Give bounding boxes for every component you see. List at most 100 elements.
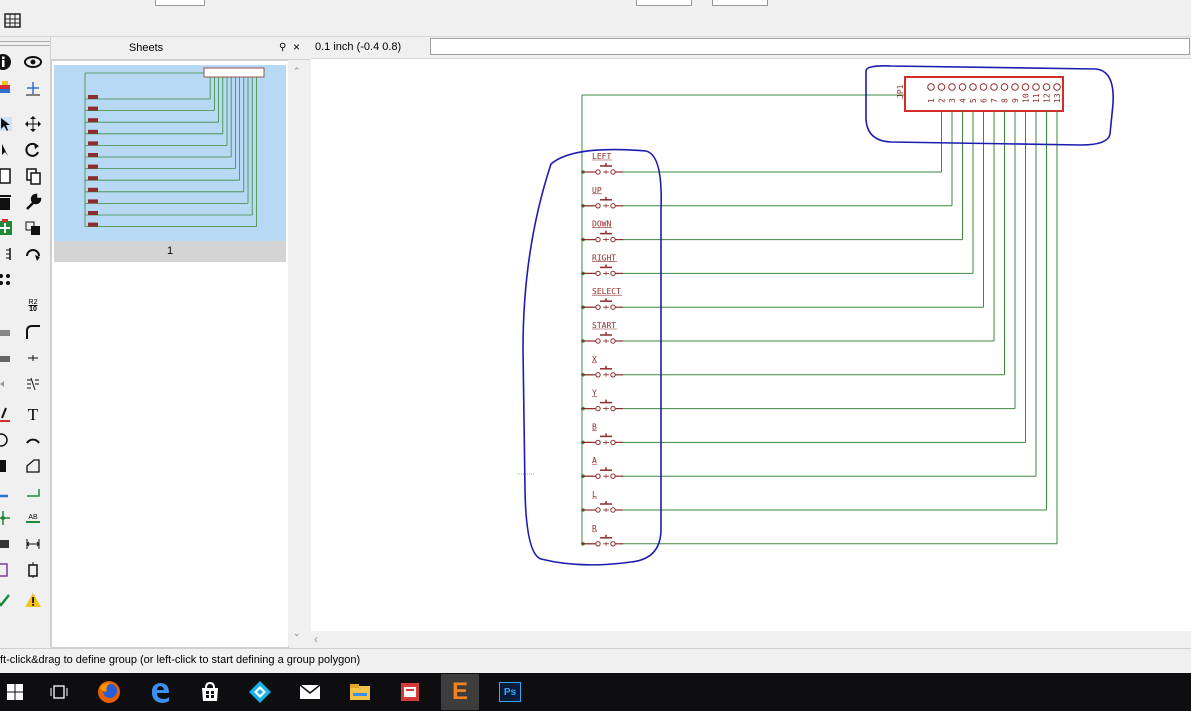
polygon-icon[interactable] (22, 455, 44, 477)
miter-icon[interactable] (22, 321, 44, 343)
button-contact (595, 169, 601, 175)
add-icon[interactable] (0, 217, 16, 239)
measure-icon[interactable] (22, 533, 44, 555)
horizontal-scrollbar[interactable]: ‹ (311, 631, 1191, 647)
junction-icon[interactable] (0, 347, 16, 369)
bus-value-icon[interactable]: R2 10 (22, 295, 44, 317)
eye-icon[interactable] (22, 51, 44, 73)
pin-number: 2 (938, 98, 947, 103)
arc-icon[interactable] (22, 429, 44, 451)
connector-pin (990, 83, 998, 91)
close-icon[interactable]: × (293, 40, 300, 54)
connector-pin (1000, 83, 1009, 91)
schematic-canvas[interactable]: JP1 1 2 3 4 5 6 7 8 9 10 11 12 13 LEFT UP DOWN RIGHT SELEC… (311, 59, 1191, 631)
scroll-up-icon[interactable]: ⌃ (293, 66, 301, 77)
mail-icon[interactable] (293, 676, 327, 708)
component-icon[interactable] (22, 559, 44, 581)
button-label: LEFT (592, 152, 611, 161)
pushbutton: START (581, 321, 623, 344)
button-contact (610, 541, 616, 547)
button-contact (610, 270, 616, 277)
pushbutton: LEFT (581, 152, 623, 175)
value-icon[interactable] (0, 295, 16, 317)
status-bar: ft-click&drag to define group (or left-c… (0, 648, 1191, 673)
firefox-icon[interactable] (92, 676, 126, 708)
text-icon[interactable]: T (22, 403, 44, 425)
thumb-connector (203, 67, 265, 78)
pin-icon[interactable] (0, 507, 14, 529)
button-contact (610, 439, 616, 446)
paste-icon[interactable] (22, 165, 44, 187)
button-contact (595, 405, 601, 412)
thumb-button (88, 199, 98, 204)
toolbar-field-1[interactable] (155, 0, 205, 6)
replace-icon[interactable] (22, 217, 44, 239)
button-label: Y (592, 389, 597, 398)
photoshop-icon[interactable]: Ps (493, 676, 527, 708)
toolbar-field-3[interactable] (712, 0, 768, 6)
button-contact (610, 372, 616, 378)
rotate-icon[interactable] (22, 139, 44, 161)
line-icon[interactable] (0, 403, 16, 425)
layer-icon[interactable] (0, 77, 16, 99)
thumb-button (88, 106, 98, 111)
windows-start-icon[interactable] (0, 676, 32, 708)
button-contact (595, 439, 601, 446)
info-icon[interactable] (0, 51, 14, 73)
pin-icon[interactable]: ⚲ (279, 42, 286, 53)
connector-pin (969, 83, 977, 91)
delete-icon[interactable] (0, 191, 16, 213)
edge-icon[interactable] (143, 676, 177, 708)
net-icon[interactable] (0, 373, 16, 395)
thumb-button (88, 153, 98, 157)
sheet-list-item[interactable]: 1 (54, 241, 286, 262)
button-contact (595, 473, 601, 479)
label-icon[interactable] (22, 347, 44, 369)
smash-icon[interactable] (0, 269, 16, 291)
toolbar-field-2[interactable] (636, 0, 692, 6)
button-label: L (592, 490, 597, 499)
command-line-input[interactable] (430, 38, 1190, 55)
bus-icon[interactable] (0, 481, 14, 503)
attribute-icon[interactable] (22, 373, 44, 395)
eagle-icon[interactable]: E (441, 674, 479, 710)
select-icon[interactable] (0, 113, 16, 135)
photoshop-glyph: Ps (499, 682, 521, 702)
store-icon[interactable] (193, 676, 227, 708)
wrench-icon[interactable] (22, 191, 44, 213)
erc-icon[interactable] (0, 589, 14, 611)
sheets-list[interactable]: 1 (51, 60, 289, 648)
warning-icon[interactable] (22, 589, 44, 611)
connector-pin (1042, 83, 1051, 91)
pushbutton: L (581, 490, 623, 513)
pin-number: 8 (1001, 98, 1010, 103)
button-contact (610, 405, 616, 412)
kodi-icon[interactable] (243, 676, 277, 708)
sheets-scrollbar[interactable]: ⌃ ⌄ (288, 60, 308, 646)
circle-icon[interactable] (0, 429, 14, 451)
scroll-down-icon[interactable]: ⌄ (293, 628, 301, 639)
move-icon[interactable] (22, 113, 44, 135)
scroll-left-icon[interactable]: ‹ (314, 632, 318, 646)
sheet-thumbnail[interactable] (54, 65, 286, 241)
button-label: B (592, 422, 597, 431)
copy-pointer-icon[interactable] (0, 139, 16, 161)
file-explorer-icon[interactable] (343, 676, 377, 708)
button-contact (610, 203, 616, 209)
news-icon[interactable] (393, 676, 427, 708)
wire-icon[interactable] (22, 481, 44, 503)
copy-icon[interactable] (0, 165, 16, 187)
name-icon[interactable] (0, 243, 16, 265)
pin-number: 1 (927, 98, 936, 103)
net-label-icon[interactable]: AB (22, 507, 44, 529)
task-view-icon[interactable] (42, 676, 76, 708)
split-icon[interactable] (0, 321, 16, 343)
frame-icon[interactable] (0, 559, 14, 581)
pushbutton: Y (581, 389, 623, 412)
pushbutton: X (581, 355, 623, 378)
grid-icon[interactable] (3, 11, 23, 31)
mark-icon[interactable] (22, 77, 44, 99)
dimension-icon[interactable] (0, 533, 14, 555)
mirror-icon[interactable] (22, 243, 44, 265)
rect-icon[interactable] (0, 455, 14, 477)
